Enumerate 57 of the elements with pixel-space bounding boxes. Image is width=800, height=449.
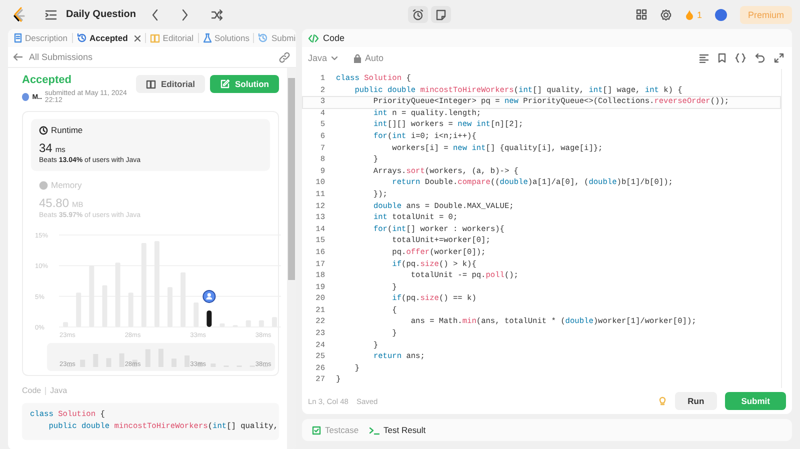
alarm-clock-icon xyxy=(412,8,424,20)
code-icon xyxy=(308,34,319,42)
flask-icon xyxy=(202,33,212,43)
terminal-icon xyxy=(368,426,380,434)
chevron-right-icon xyxy=(181,8,190,20)
expand-icon xyxy=(774,53,784,63)
shuffle-icon xyxy=(211,8,224,20)
bookmark-icon xyxy=(718,53,726,63)
status-text: Accepted xyxy=(22,74,73,86)
history-icon xyxy=(76,33,87,43)
run-button[interactable]: Run xyxy=(674,392,718,410)
alarm-button[interactable] xyxy=(408,6,428,23)
braces-icon xyxy=(735,53,746,63)
streak-count: 1 xyxy=(696,10,702,20)
editorial-button[interactable]: Editorial xyxy=(136,75,205,93)
stat-label: Runtime xyxy=(39,125,262,135)
book-icon xyxy=(150,33,160,43)
back-link[interactable]: All Submissions xyxy=(13,52,273,62)
note-icon xyxy=(435,8,447,20)
document-icon xyxy=(14,33,22,43)
checkbox-icon xyxy=(312,426,321,434)
stat-value: 45.80 xyxy=(39,196,70,210)
scrollbar[interactable] xyxy=(287,68,296,449)
format-icon xyxy=(699,53,709,63)
chevron-left-icon xyxy=(151,8,160,20)
back-arrow-icon xyxy=(13,53,23,61)
panel-title: Code xyxy=(323,33,345,43)
notes-button[interactable] xyxy=(431,6,451,23)
undo-icon xyxy=(755,53,765,63)
flame-icon xyxy=(684,9,694,20)
edit-icon xyxy=(220,79,230,89)
user-avatar-icon xyxy=(202,290,216,303)
problem-list-title[interactable]: Daily Question xyxy=(66,9,136,20)
book-icon xyxy=(146,79,156,89)
mode-label: Auto xyxy=(365,53,384,63)
avatar-icon[interactable] xyxy=(715,8,727,20)
list-icon xyxy=(45,8,57,20)
language-dropdown[interactable]: Java xyxy=(308,53,338,63)
clock-icon xyxy=(39,126,48,134)
list-button[interactable] xyxy=(45,8,57,20)
code-label: Code xyxy=(22,386,42,395)
memory-icon xyxy=(39,180,48,190)
grid-icon xyxy=(636,9,647,20)
language-label: Java xyxy=(50,386,68,395)
lock-icon xyxy=(354,54,362,62)
caret-icon xyxy=(331,56,338,60)
logo-icon xyxy=(12,6,26,22)
stat-value: 34 xyxy=(39,141,52,155)
panel-tab[interactable]: Accepted xyxy=(76,33,141,43)
history-icon xyxy=(258,33,268,43)
avatar-icon xyxy=(22,93,30,101)
console-tab[interactable]: Test Result xyxy=(368,425,426,435)
settings-icon xyxy=(660,8,672,20)
stat-label: Memory xyxy=(39,180,262,190)
link-icon xyxy=(279,52,290,62)
lightbulb-icon xyxy=(658,396,667,406)
close-icon xyxy=(134,34,141,42)
